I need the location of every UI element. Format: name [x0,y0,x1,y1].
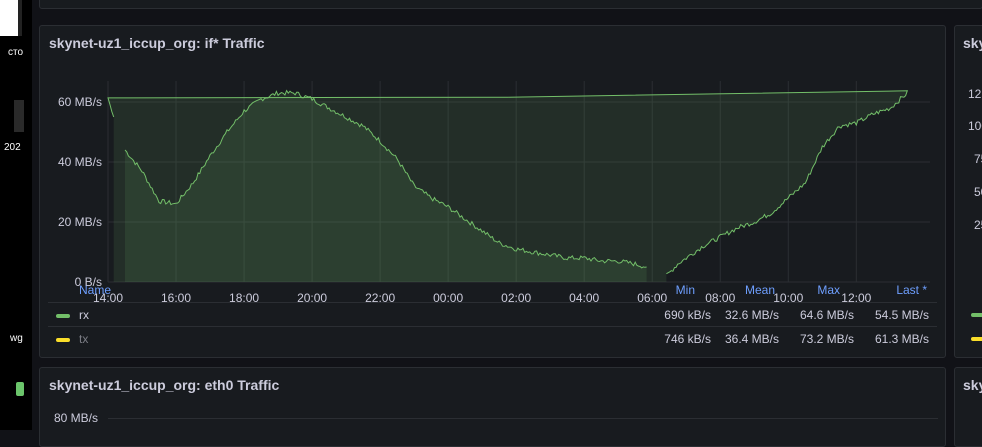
edge-icon [14,100,24,132]
grid-line [108,418,938,419]
edge-highlight [0,0,22,36]
series-color-swatch [56,338,70,342]
legend-header-min[interactable]: Min [640,283,695,297]
y-tick-label: 75 [974,152,982,166]
legend-mean-value: 36.4 MB/s [724,332,779,346]
legend-header-last[interactable]: Last * [870,283,927,297]
series-area-rx [108,90,908,282]
panel-right-top[interactable]: sky 125 100 75 50 25 [954,25,982,358]
left-edge-strip: сто 202 wg [0,0,32,430]
panel-title[interactable]: sky [963,35,982,51]
legend-max-value: 73.2 MB/s [799,332,854,346]
edge-text-1: сто [8,47,24,58]
panel-title[interactable]: skynet-uz1_iccup_org: eth0 Traffic [49,377,279,393]
y-tick-label: 60 MB/s [58,95,102,109]
legend-last-value: 61.3 MB/s [874,332,929,346]
chart-series [107,89,909,282]
legend-header-max[interactable]: Max [785,283,840,297]
y-axis-labels: 60 MB/s 40 MB/s 20 MB/s 0 B/s [58,95,102,289]
legend-series-name[interactable]: tx [79,332,88,346]
y-tick-label: 40 MB/s [58,155,102,169]
edge-text-2: 202 [4,142,21,153]
y-tick-label: 50 [974,185,982,199]
series-color-swatch [971,313,982,317]
panel-title[interactable]: skynet-uz1_iccup_org: if* Traffic [49,35,265,51]
panel-title[interactable]: sky [963,377,982,393]
y-tick-label: 125 [968,87,982,101]
legend-row-rx[interactable]: rx 690 kB/s 32.6 MB/s 64.6 MB/s 54.5 MB/… [48,302,937,327]
legend-last-value: 54.5 MB/s [874,308,929,322]
panel-top-remnant [39,0,982,9]
y-tick-label: 100 [968,119,982,133]
edge-green-icon [16,382,24,396]
series-color-swatch [56,314,70,318]
panel-if-traffic[interactable]: skynet-uz1_iccup_org: if* Traffic 60 MB/… [39,25,946,358]
legend-max-value: 64.6 MB/s [799,308,854,322]
panel-right-bottom[interactable]: sky [954,367,982,447]
series-color-swatch [971,337,982,341]
y-tick-label: 80 MB/s [54,411,99,425]
edge-text-3: wg [10,333,23,344]
legend-series-name[interactable]: rx [79,308,89,322]
legend-header-mean[interactable]: Mean [720,283,775,297]
legend-header-name[interactable]: Name [79,283,111,297]
legend-row-tx[interactable]: tx 746 kB/s 36.4 MB/s 73.2 MB/s 61.3 MB/… [48,326,937,351]
panel-eth0-traffic[interactable]: skynet-uz1_iccup_org: eth0 Traffic 80 MB… [39,367,946,447]
y-tick-label: 25 [974,218,982,232]
legend-mean-value: 32.6 MB/s [724,308,779,322]
y-tick-label: 20 MB/s [58,215,102,229]
